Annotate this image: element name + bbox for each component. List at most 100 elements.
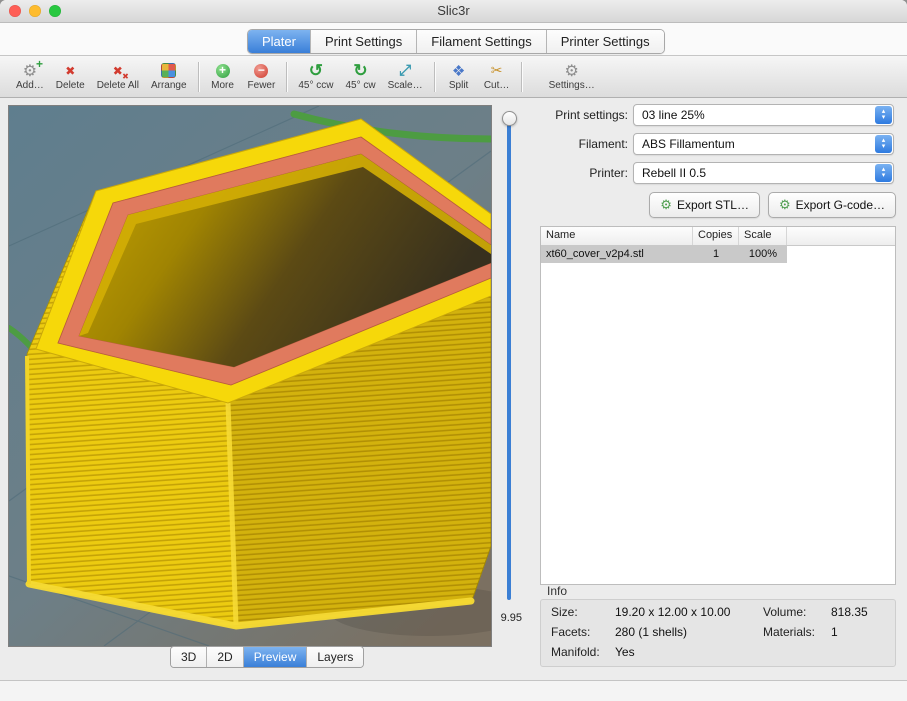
rotate-cw-label: 45° cw bbox=[345, 80, 375, 91]
column-header-filler bbox=[787, 227, 895, 245]
rotate-ccw-button[interactable]: 45° ccw bbox=[292, 58, 339, 96]
printer-label: Printer: bbox=[540, 162, 628, 184]
toolbar: Add… Delete Delete All Arrange More Fewe… bbox=[0, 55, 907, 98]
column-header-name[interactable]: Name bbox=[541, 227, 693, 245]
more-button[interactable]: More bbox=[204, 58, 242, 96]
export-gcode-icon bbox=[779, 197, 791, 213]
titlebar: Slic3r bbox=[0, 0, 907, 23]
layer-slider-value: 9.95 bbox=[484, 612, 522, 624]
toolbar-separator bbox=[198, 62, 199, 92]
popup-arrows-icon bbox=[875, 164, 892, 182]
scale-icon bbox=[399, 62, 411, 79]
view-tabs: 3D 2D Preview Layers bbox=[170, 646, 364, 668]
add-icon bbox=[23, 62, 37, 79]
status-bar bbox=[0, 680, 907, 701]
split-icon bbox=[452, 62, 465, 79]
view-tab-3d[interactable]: 3D bbox=[171, 647, 207, 667]
export-stl-label: Export STL… bbox=[677, 198, 749, 212]
info-size-label: Size: bbox=[551, 605, 615, 625]
popup-arrows-icon bbox=[875, 106, 892, 124]
object-table-header: Name Copies Scale bbox=[541, 227, 895, 246]
export-buttons: Export STL… Export G-code… bbox=[540, 192, 896, 218]
popup-arrows-icon bbox=[875, 135, 892, 153]
column-header-scale[interactable]: Scale bbox=[739, 227, 787, 245]
delete-label: Delete bbox=[56, 80, 85, 91]
rotate-cw-icon bbox=[353, 62, 367, 79]
info-manifold-value: Yes bbox=[615, 645, 763, 665]
arrange-button[interactable]: Arrange bbox=[145, 58, 193, 96]
filament-select[interactable]: ABS Fillamentum bbox=[633, 133, 894, 155]
table-row[interactable]: xt60_cover_v2p4.stl 1 100% bbox=[541, 246, 895, 263]
print-settings-value: 03 line 25% bbox=[634, 108, 875, 122]
row-name: xt60_cover_v2p4.stl bbox=[541, 246, 693, 263]
row-scale: 100% bbox=[739, 246, 787, 263]
settings-icon bbox=[564, 62, 578, 79]
cut-icon bbox=[491, 62, 503, 79]
rotate-cw-button[interactable]: 45° cw bbox=[339, 58, 381, 96]
printer-select[interactable]: Rebell II 0.5 bbox=[633, 162, 894, 184]
layer-slider[interactable] bbox=[501, 111, 517, 605]
delete-all-icon bbox=[113, 62, 123, 79]
toolbar-separator bbox=[286, 62, 287, 92]
delete-icon bbox=[65, 62, 75, 79]
info-facets-value: 280 (1 shells) bbox=[615, 625, 763, 645]
settings-label: Settings… bbox=[549, 80, 595, 91]
view-tab-2d[interactable]: 2D bbox=[207, 647, 243, 667]
arrange-label: Arrange bbox=[151, 80, 187, 91]
fewer-icon bbox=[254, 64, 268, 78]
arrange-icon bbox=[161, 63, 176, 78]
fewer-label: Fewer bbox=[248, 80, 276, 91]
info-manifold-label: Manifold: bbox=[551, 645, 615, 665]
toolbar-separator bbox=[434, 62, 435, 92]
print-object bbox=[27, 119, 491, 628]
export-stl-button[interactable]: Export STL… bbox=[649, 192, 760, 218]
object-table: Name Copies Scale xt60_cover_v2p4.stl 1 … bbox=[540, 226, 896, 585]
filament-label: Filament: bbox=[540, 133, 628, 155]
export-stl-icon bbox=[660, 197, 672, 213]
bed-scene bbox=[9, 106, 491, 646]
add-button[interactable]: Add… bbox=[10, 58, 50, 96]
viewport-3d[interactable] bbox=[8, 105, 492, 647]
add-label: Add… bbox=[16, 80, 44, 91]
info-materials-value: 1 bbox=[831, 625, 895, 645]
split-button[interactable]: Split bbox=[440, 58, 478, 96]
toolbar-separator bbox=[521, 62, 522, 92]
main-tabs: Plater Print Settings Filament Settings … bbox=[247, 29, 665, 54]
row-filler bbox=[787, 246, 895, 263]
info-panel: Size: 19.20 x 12.00 x 10.00 Volume: 818.… bbox=[540, 599, 896, 667]
tab-filament-settings[interactable]: Filament Settings bbox=[417, 30, 546, 53]
info-title: Info bbox=[547, 584, 567, 598]
print-settings-select[interactable]: 03 line 25% bbox=[633, 104, 894, 126]
tab-printer-settings[interactable]: Printer Settings bbox=[547, 30, 664, 53]
info-volume-label: Volume: bbox=[763, 605, 831, 625]
fewer-button[interactable]: Fewer bbox=[242, 58, 282, 96]
rotate-ccw-icon bbox=[309, 62, 323, 79]
export-gcode-button[interactable]: Export G-code… bbox=[768, 192, 896, 218]
rotate-ccw-label: 45° ccw bbox=[298, 80, 333, 91]
info-materials-label: Materials: bbox=[763, 625, 831, 645]
cut-button[interactable]: Cut… bbox=[478, 58, 516, 96]
app-window: Slic3r Plater Print Settings Filament Se… bbox=[0, 0, 907, 701]
layer-slider-track[interactable] bbox=[507, 118, 511, 600]
filament-value: ABS Fillamentum bbox=[634, 137, 875, 151]
cut-label: Cut… bbox=[484, 80, 510, 91]
tab-plater[interactable]: Plater bbox=[248, 30, 311, 53]
window-title: Slic3r bbox=[0, 3, 907, 18]
layer-slider-thumb[interactable] bbox=[502, 111, 517, 126]
column-header-copies[interactable]: Copies bbox=[693, 227, 739, 245]
view-tab-layers[interactable]: Layers bbox=[307, 647, 363, 667]
settings-button[interactable]: Settings… bbox=[543, 58, 601, 96]
export-gcode-label: Export G-code… bbox=[796, 198, 885, 212]
info-size-value: 19.20 x 12.00 x 10.00 bbox=[615, 605, 763, 625]
scale-button[interactable]: Scale… bbox=[382, 58, 429, 96]
row-copies: 1 bbox=[693, 246, 739, 263]
view-tab-preview[interactable]: Preview bbox=[244, 647, 308, 667]
delete-button[interactable]: Delete bbox=[50, 58, 91, 96]
scale-label: Scale… bbox=[388, 80, 423, 91]
delete-all-button[interactable]: Delete All bbox=[91, 58, 145, 96]
tab-print-settings[interactable]: Print Settings bbox=[311, 30, 417, 53]
more-icon bbox=[216, 64, 230, 78]
print-settings-label: Print settings: bbox=[540, 104, 628, 126]
more-label: More bbox=[211, 80, 234, 91]
split-label: Split bbox=[449, 80, 468, 91]
